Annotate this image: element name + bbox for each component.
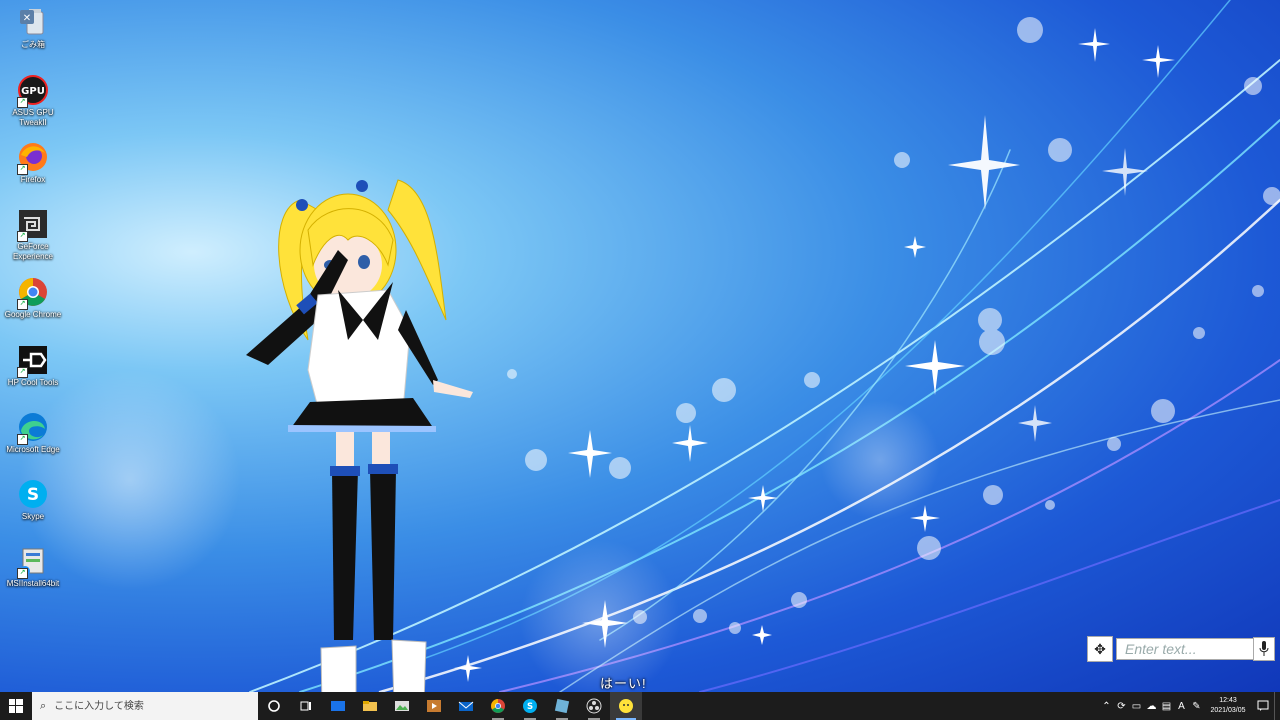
skype-icon: S [17,478,49,510]
cloud-icon[interactable]: ☁ [1144,701,1159,712]
svg-text:✕: ✕ [23,13,31,24]
taskbar-app-skype[interactable]: S [514,692,546,720]
cortana-icon [268,700,280,712]
pen-icon[interactable]: ✎ [1189,701,1204,712]
shortcut-arrow-icon: ↗ [17,231,28,242]
shortcut-arrow-icon: ↗ [17,434,28,445]
desktop-icon-recycle-bin[interactable]: ✕ ごみ箱 [2,2,64,66]
clock-date: 2021/03/05 [1210,707,1246,714]
mail-icon [458,701,474,711]
taskbar-app-file-explorer[interactable] [354,692,386,720]
chat-input[interactable] [1123,640,1253,658]
shortcut-arrow-icon: ↗ [17,97,28,108]
shortcut-arrow-icon: ↗ [17,164,28,175]
svg-text:GPU: GPU [21,86,45,97]
taskbar-search-box[interactable]: ⌕ [32,692,258,720]
desktop-icon-label: Firefox [20,175,46,184]
task-view-icon [300,701,311,711]
move-handle-icon[interactable]: ✥ [1087,636,1113,662]
clock[interactable]: 12:43 2021/03/05 [1204,696,1252,716]
app-icon [554,699,570,713]
media-player-icon [427,700,441,712]
windows-logo-icon [9,699,23,713]
display-icon[interactable]: ▭ [1129,701,1144,712]
search-icon: ⌕ [40,699,47,712]
gpu-tweak-icon: GPU ↗ [17,74,49,108]
taskbar-app-generic[interactable] [546,692,578,720]
mascot-chat-box: ✥ [1087,636,1280,662]
desktop-icon-label: ごみ箱 [21,40,45,49]
desktop-mascot-character[interactable] [238,170,483,715]
desktop-icon-firefox[interactable]: ↗ Firefox [2,137,64,201]
chevron-up-icon[interactable]: ⌃ [1099,701,1114,712]
taskbar-app-mascot[interactable] [610,692,642,720]
notification-icon[interactable] [1252,692,1274,720]
desktop-icon-label: Google Chrome [4,310,62,319]
ime-mode-indicator[interactable]: A [1174,701,1189,712]
mail-app-icon [331,701,345,711]
desktop-icon-label: MSIInstall64bit [6,579,60,588]
shortcut-arrow-icon: ↗ [17,367,28,378]
edge-icon: ↗ [17,411,49,445]
task-view-button[interactable] [290,692,322,720]
desktop-icon-label: HP Cool Tools [7,378,59,387]
search-input[interactable] [52,699,237,713]
network-icon[interactable]: ▤ [1159,701,1174,712]
desktop-icon-label: Skype [21,512,45,521]
hp-cool-tools-icon: ↗ [17,344,49,378]
taskbar-app-mail-outlook[interactable] [322,692,354,720]
desktop-icon-geforce[interactable]: ↗ GeForce Experience [2,204,64,268]
desktop-icon-skype[interactable]: S Skype [2,474,64,538]
mascot-speech-subtitle: はーい! [600,676,647,691]
desktop-icon-gpu-tweak[interactable]: GPU ↗ ASUS GPU TweakII [2,70,64,134]
taskbar-app-chrome[interactable] [482,692,514,720]
skype-icon: S [523,699,537,713]
taskbar-app-obs[interactable] [578,692,610,720]
chrome-icon [491,699,505,713]
firefox-icon: ↗ [17,141,49,175]
desktop-icon-label: ASUS GPU TweakII [12,108,54,127]
taskbar: ⌕ S ⌃ ⟳ ▭ ☁ ▤ A ✎ 12:43 2021/03/05 [0,692,1280,720]
geforce-icon: ↗ [17,208,49,242]
photos-icon [395,701,409,711]
chrome-icon: ↗ [17,276,49,310]
desktop-icon-hp-cool-tools[interactable]: ↗ HP Cool Tools [2,340,64,404]
system-tray: ⌃ ⟳ ▭ ☁ ▤ A ✎ 12:43 2021/03/05 [1099,692,1280,720]
show-desktop-button[interactable] [1274,692,1280,720]
chat-input-field-wrapper [1116,638,1254,660]
obs-icon [586,698,602,714]
desktop-icon-label: Microsoft Edge [6,445,60,454]
sync-icon[interactable]: ⟳ [1114,701,1129,712]
shortcut-arrow-icon: ↗ [17,568,28,579]
svg-text:S: S [527,702,533,712]
start-button[interactable] [0,692,32,720]
desktop-icon-chrome[interactable]: ↗ Google Chrome [2,272,64,336]
microphone-icon[interactable] [1253,637,1275,661]
desktop-icon-label: GeForce Experience [12,242,54,261]
desktop-wallpaper [20,0,1280,692]
taskbar-app-photos[interactable] [386,692,418,720]
mascot-app-icon [619,699,633,713]
desktop-icon-edge[interactable]: ↗ Microsoft Edge [2,407,64,471]
file-explorer-icon [363,701,377,711]
cortana-button[interactable] [258,692,290,720]
taskbar-app-mail[interactable] [450,692,482,720]
clock-time: 12:43 [1219,697,1237,704]
taskbar-app-media-player[interactable] [418,692,450,720]
shortcut-arrow-icon: ↗ [17,299,28,310]
svg-text:S: S [27,485,39,505]
desktop-icon-msi-install[interactable]: ↗ MSIInstall64bit [2,541,64,605]
installer-icon: ↗ [17,545,49,579]
recycle-bin-icon: ✕ [17,6,49,38]
